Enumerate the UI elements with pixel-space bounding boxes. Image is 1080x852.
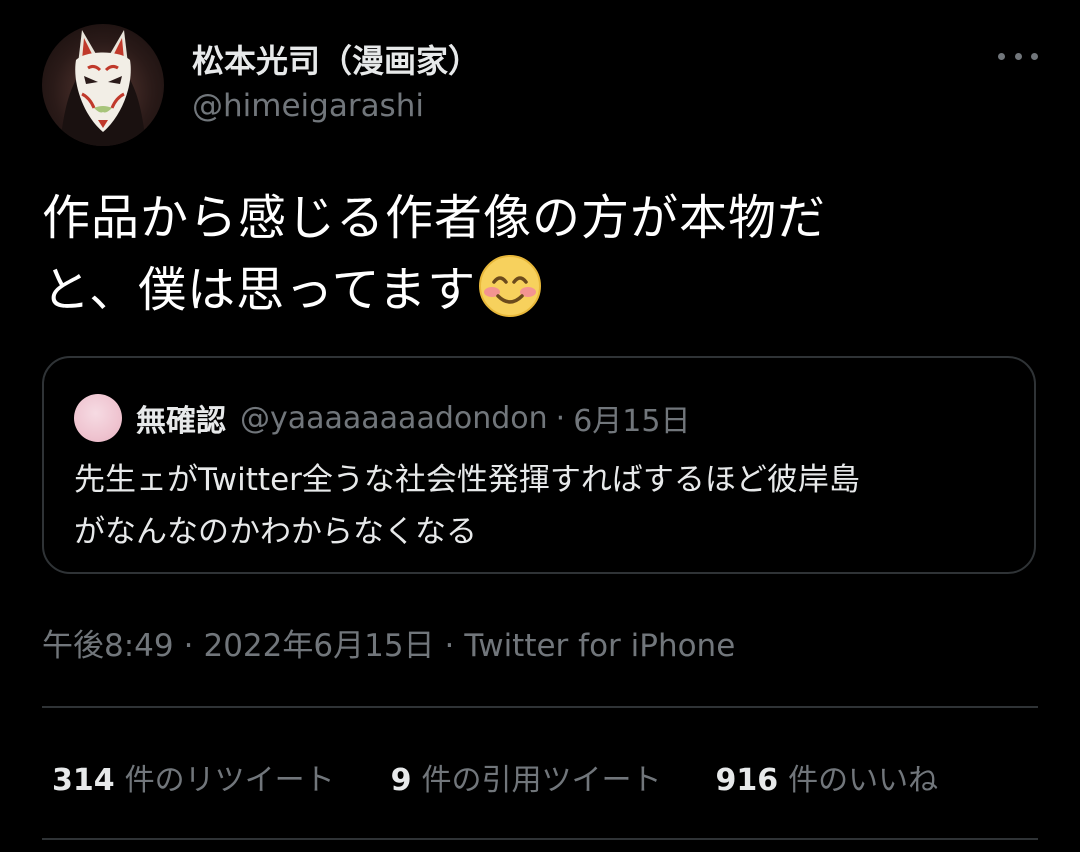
tweet-detail: 松本光司（漫画家） @himeigarashi 作品から感じる作者像の方が本物だ… [0, 0, 1080, 852]
tweet-text-line: 作品から感じる作者像の方が本物だ [42, 190, 827, 246]
quoted-author-avatar[interactable] [74, 394, 122, 442]
retweets-count: 314 [52, 763, 115, 798]
fox-mask-icon [60, 30, 146, 146]
quoted-text-line: 先生ェがTwitter全うな社会性発揮すればするほど彼岸島 [74, 462, 860, 498]
tweet-time[interactable]: 午後8:49 [42, 628, 174, 664]
more-dot [1014, 52, 1022, 60]
engagement-stats: 314 件のリツイート 9 件の引用ツイート 916 件のいいね [52, 752, 938, 802]
tweet-source-link[interactable]: Twitter for iPhone [464, 628, 735, 664]
quoted-tweet-date[interactable]: 6月15日 [573, 396, 690, 440]
quoted-tweet[interactable]: 無確認 @yaaaaaaaadondon · 6月15日 先生ェがTwitter… [42, 356, 1036, 574]
tweet-text-line: と、僕は思ってます [42, 254, 1032, 326]
more-dot [1031, 52, 1038, 60]
divider [42, 838, 1038, 840]
tweet-timestamp-row: 午後8:49 · 2022年6月15日 · Twitter for iPhone [42, 620, 735, 665]
likes-stat[interactable]: 916 件のいいね [716, 755, 939, 799]
more-options-button[interactable] [998, 44, 1038, 68]
quoted-author-name[interactable]: 無確認 [136, 396, 226, 440]
more-horizontal-icon [998, 52, 1005, 60]
author-avatar[interactable] [42, 24, 164, 146]
quoted-author-handle[interactable]: @yaaaaaaaadondon [240, 401, 548, 436]
tweet-header: 松本光司（漫画家） @himeigarashi [42, 24, 1038, 148]
quoted-tweet-meta: 無確認 @yaaaaaaaadondon · 6月15日 [136, 394, 690, 442]
quoted-tweet-text: 先生ェがTwitter全うな社会性発揮すればするほど彼岸島 がなんなのかわからな… [74, 454, 1014, 558]
retweets-stat[interactable]: 314 件のリツイート [52, 755, 335, 799]
tweet-text: 作品から感じる作者像の方が本物だ と、僕は思ってます [42, 182, 1032, 326]
author-display-name[interactable]: 松本光司（漫画家） [192, 36, 480, 82]
author-handle[interactable]: @himeigarashi [192, 88, 424, 124]
smiling-face-emoji-icon [479, 255, 542, 317]
quoted-text-line: がなんなのかわからなくなる [74, 514, 477, 550]
quote-tweets-stat[interactable]: 9 件の引用ツイート [391, 755, 662, 799]
quote-tweets-count: 9 [390, 763, 412, 798]
retweets-label: 件のリツイート [124, 763, 335, 798]
meta-separator: · [555, 400, 566, 436]
quote-tweets-label: 件の引用ツイート [421, 763, 662, 798]
tweet-text-span: と、僕は思ってます [42, 262, 477, 318]
tweet-date[interactable]: 2022年6月15日 [203, 628, 434, 664]
likes-count: 916 [715, 763, 779, 798]
meta-separator: · [444, 628, 455, 664]
meta-separator: · [183, 628, 194, 664]
divider [42, 706, 1038, 708]
likes-label: 件のいいね [788, 763, 939, 798]
